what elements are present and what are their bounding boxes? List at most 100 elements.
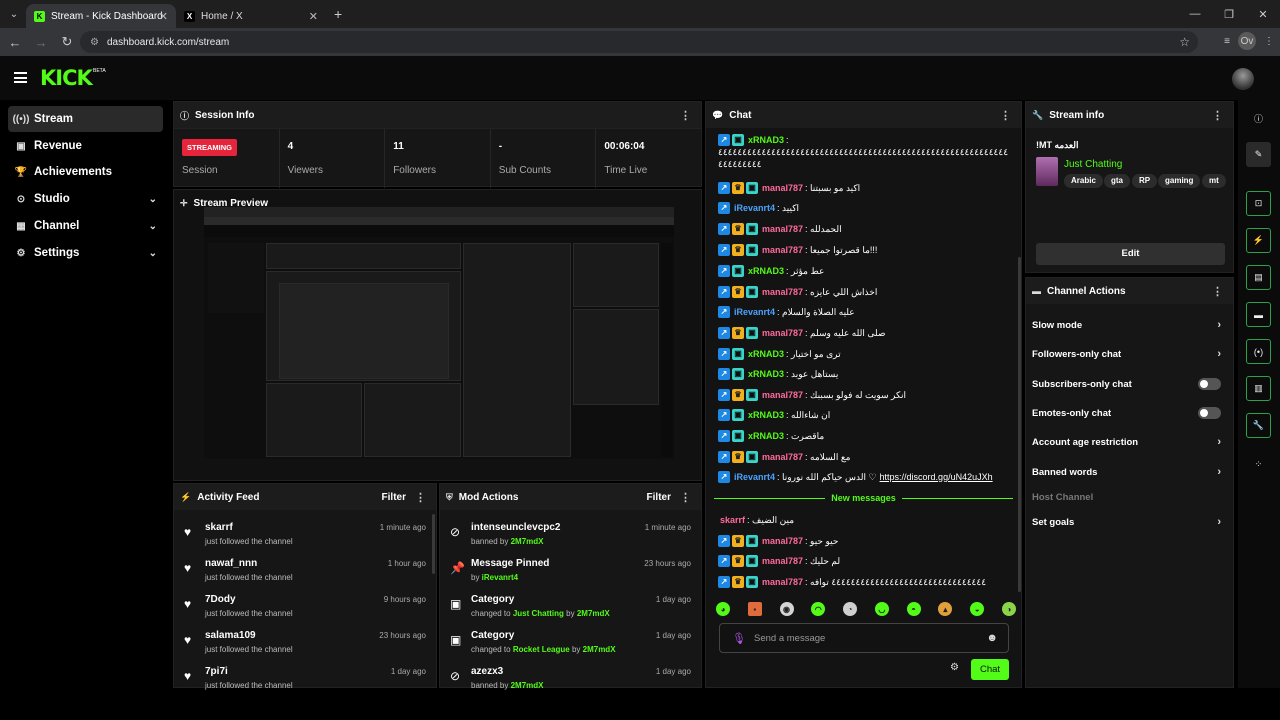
chat-send-button[interactable]: Chat	[971, 659, 1009, 680]
emote-icon[interactable]: ◠	[811, 602, 826, 616]
chat-message[interactable]: ↗ ♛ ▣ manal787: اخذاش اللي عايزه	[718, 286, 1009, 298]
toggle-switch[interactable]	[1198, 407, 1221, 419]
layout-icon[interactable]: ▥	[1246, 376, 1271, 401]
dots-icon[interactable]: ⁘	[1246, 452, 1271, 477]
edit-stream-button[interactable]: Edit	[1036, 243, 1225, 265]
new-tab-button[interactable]: +	[334, 6, 342, 22]
emote-icon[interactable]: ◓	[906, 602, 921, 616]
close-tab-icon[interactable]: ✕	[309, 10, 318, 23]
chat-message[interactable]: ↗ ♛ ▣ manal787: لم حليك	[718, 555, 1009, 567]
mod-action-item[interactable]: ⊘ intenseunclevcpc2 banned by 2M7mdX 1 minu…	[440, 515, 701, 551]
mod-action-item[interactable]: ▣ Category changed to Rocket League by 2M7…	[440, 623, 701, 659]
new-messages-divider[interactable]: New messages	[714, 491, 1013, 505]
more-options-icon[interactable]: ⋮	[1000, 109, 1011, 122]
channel-action-item[interactable]: Banned words ›	[1032, 460, 1225, 484]
filter-button[interactable]: Filter	[647, 492, 671, 503]
profile-avatar[interactable]: Ov	[1238, 32, 1256, 50]
chat-message[interactable]: ↗ ▣ xRNAD3: ماقصرت	[718, 430, 1009, 442]
chat-username[interactable]: manal787	[762, 286, 803, 298]
chat-username[interactable]: xRNAD3	[748, 430, 784, 442]
emote-icon[interactable]: ◉	[779, 602, 794, 616]
chat-username[interactable]: skarrf	[720, 514, 745, 526]
close-window-icon[interactable]: ✕	[1246, 0, 1280, 28]
chat-username[interactable]: iRevanrt4	[734, 306, 775, 318]
sidebar-item-achievements[interactable]: 🏆 Achievements	[8, 159, 163, 185]
user-avatar[interactable]	[1232, 68, 1254, 90]
wrench-icon[interactable]: 🔧	[1246, 413, 1271, 438]
emoji-icon[interactable]: ☻	[986, 632, 998, 644]
chat-username[interactable]: manal787	[762, 182, 803, 194]
chat-username[interactable]: manal787	[762, 451, 803, 463]
sidebar-item-settings[interactable]: ⚙ Settings ⌄	[8, 240, 163, 266]
bookmark-star-icon[interactable]: ☆	[1179, 35, 1190, 49]
chat-message[interactable]: ↗ ▣ xRNAD3: عط مؤثر	[718, 265, 1009, 277]
browser-menu-icon[interactable]: ⋮	[1264, 36, 1274, 47]
chat-username[interactable]: xRNAD3	[748, 368, 784, 380]
more-options-icon[interactable]: ⋮	[680, 109, 691, 122]
activity-item[interactable]: ♥ 7Dody just followed the channel 9 hours a…	[174, 587, 436, 623]
channel-action-item[interactable]: Subscribers-only chat	[1032, 372, 1225, 396]
site-info-icon[interactable]: ⚙	[90, 37, 99, 48]
chat-message[interactable]: ↗ iRevanrt4: اكييد	[718, 202, 1009, 214]
broadcast-icon[interactable]: (•)	[1246, 339, 1271, 364]
scrollbar[interactable]	[432, 514, 435, 574]
browser-tab-x[interactable]: X Home / X ✕	[176, 4, 326, 28]
emote-icon[interactable]: ◡	[874, 602, 889, 616]
filter-button[interactable]: Filter	[382, 492, 406, 503]
channel-action-item[interactable]: Set goals ›	[1032, 510, 1225, 534]
activity-item[interactable]: ♥ nawaf_nnn just followed the channel 1 hou…	[174, 551, 436, 587]
mod-action-item[interactable]: 📌 Message Pinned by iRevanrt4 23 hours ago	[440, 551, 701, 587]
menu-icon[interactable]	[14, 72, 27, 83]
more-options-icon[interactable]: ⋮	[680, 491, 691, 504]
close-tab-icon[interactable]: ✕	[159, 10, 168, 23]
kick-logo[interactable]: KICK	[40, 66, 93, 90]
scan-icon[interactable]: ⊡	[1246, 191, 1271, 216]
activity-item[interactable]: ♥ skarrf just followed the channel 1 minute…	[174, 515, 436, 551]
chat-message[interactable]: ↗ ▣ xRNAD3: ان شاءالله	[718, 409, 1009, 421]
emote-icon[interactable]: ◕	[716, 602, 730, 616]
emote-icon[interactable]: ◒	[970, 602, 985, 616]
more-options-icon[interactable]: ⋮	[1212, 109, 1223, 122]
stream-preview-video[interactable]	[204, 207, 674, 459]
emote-icon[interactable]: ◔	[843, 602, 858, 616]
document-icon[interactable]: ▤	[1246, 265, 1271, 290]
address-bar[interactable]: ⚙ dashboard.kick.com/stream ☆	[80, 31, 1198, 53]
emote-icon[interactable]: ▴	[938, 602, 953, 616]
minimize-icon[interactable]: —	[1178, 0, 1212, 28]
lightning-icon[interactable]: ⚡	[1246, 228, 1271, 253]
chat-message[interactable]: ↗ ♛ ▣ manal787: مع السلامه	[718, 451, 1009, 463]
chat-message[interactable]: ↗ ♛ ▣ manal787: ما قصرتوا جميعا!!!	[718, 244, 1009, 256]
chat-message[interactable]: ↗ ▣ xRNAD3: ٤٤٤٤٤٤٤٤٤٤٤٤٤٤٤٤٤٤٤٤٤٤٤٤٤٤٤٤٤٤…	[718, 134, 1009, 170]
chat-message[interactable]: ↗ iRevanrt4: الدس حياكم الله نورونا ♡ htt…	[718, 471, 1009, 483]
sidebar-item-channel[interactable]: ▦ Channel ⌄	[8, 213, 163, 239]
chat-username[interactable]: manal787	[762, 555, 803, 567]
chat-message[interactable]: skarrf: مين الضيف	[718, 514, 1009, 526]
channel-action-item[interactable]: Slow mode ›	[1032, 313, 1225, 337]
chat-message[interactable]: ↗ ♛ ▣ manal787: انكر سويت له فولو بسببك	[718, 389, 1009, 401]
chat-username[interactable]: xRNAD3	[748, 409, 784, 421]
channel-action-item[interactable]: Emotes-only chat	[1032, 401, 1225, 425]
chat-username[interactable]: iRevanrt4	[734, 471, 775, 483]
chat-username[interactable]: iRevanrt4	[734, 202, 775, 214]
channel-action-item[interactable]: Followers-only chat ›	[1032, 342, 1225, 366]
chat-message[interactable]: ↗ ▣ xRNAD3: يستاهل عوبد	[718, 368, 1009, 380]
emote-icon[interactable]: ◑	[1001, 602, 1016, 616]
chat-input[interactable]: 🎙 Send a message ☻	[719, 623, 1009, 653]
back-icon[interactable]: ←	[4, 35, 26, 50]
chat-message[interactable]: ↗ ♛ ▣ manal787: الحمدلله	[718, 223, 1009, 235]
reload-icon[interactable]: ↻	[56, 34, 78, 50]
activity-item[interactable]: ♥ 7pi7i just followed the channel 1 day ago	[174, 659, 436, 695]
browser-tab-kick[interactable]: K Stream - Kick Dashboard ✕	[26, 4, 176, 28]
chat-settings-icon[interactable]: ⚙	[950, 662, 959, 673]
chat-message[interactable]: ↗ ♛ ▣ manal787: ٤٤٤٤٤٤٤٤٤٤٤٤٤٤٤٤٤٤٤٤٤٤٤٤٤٤٤…	[718, 576, 1009, 588]
chat-username[interactable]: manal787	[762, 535, 803, 547]
media-icon[interactable]: ≡	[1224, 36, 1230, 47]
tab-search-icon[interactable]: ⌄	[6, 6, 22, 22]
sidebar-item-revenue[interactable]: ▣ Revenue	[8, 133, 163, 159]
microphone-icon[interactable]: 🎙	[732, 632, 746, 645]
more-options-icon[interactable]: ⋮	[1212, 285, 1223, 298]
chat-username[interactable]: xRNAD3	[748, 348, 784, 360]
maximize-icon[interactable]: ❐	[1212, 0, 1246, 28]
channel-action-item[interactable]: Account age restriction ›	[1032, 430, 1225, 454]
chat-message[interactable]: ↗ iRevanrt4: عليه الصلاة والسلام	[718, 306, 1009, 318]
